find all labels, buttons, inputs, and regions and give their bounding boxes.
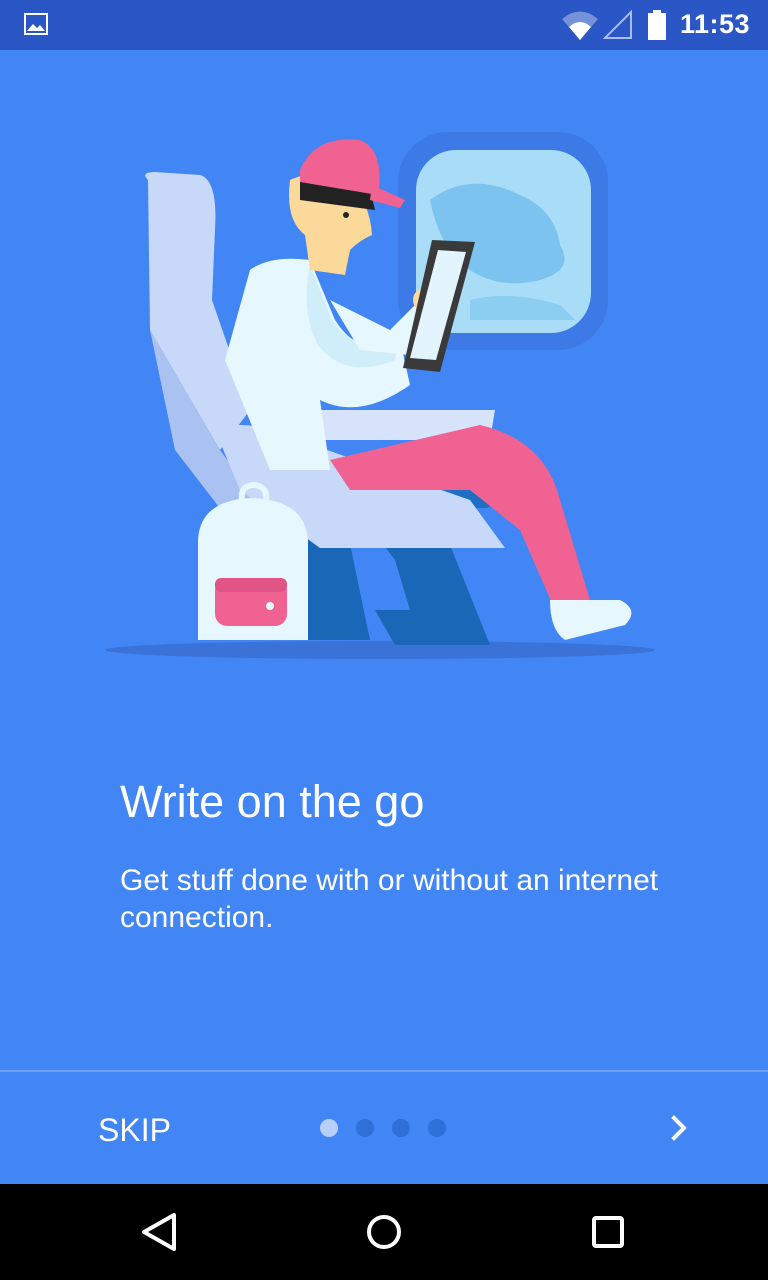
- page-dot: [356, 1119, 374, 1137]
- status-time: 11:53: [680, 9, 751, 39]
- footer-divider: [0, 1070, 768, 1072]
- onboarding-screen: 11:53 Write on the go Get stuff done wit…: [0, 0, 768, 1280]
- recents-icon: [592, 1216, 624, 1248]
- navigation-bar: [0, 1184, 768, 1280]
- wifi-icon: [562, 11, 598, 40]
- onboarding-description: Get stuff done with or without an intern…: [120, 864, 659, 934]
- page-dot: [392, 1119, 410, 1137]
- gallery-icon: [24, 13, 48, 35]
- page-dot-active: [320, 1119, 338, 1137]
- battery-icon: [648, 10, 666, 40]
- page-indicator: [320, 1119, 446, 1137]
- recents-button[interactable]: [578, 1202, 638, 1262]
- home-icon: [367, 1215, 401, 1249]
- back-icon: [142, 1213, 176, 1251]
- onboarding-title: Write on the go: [120, 776, 425, 827]
- next-button[interactable]: [650, 1098, 710, 1158]
- home-button[interactable]: [354, 1202, 414, 1262]
- page-dot: [428, 1119, 446, 1137]
- onboarding-illustration: [105, 132, 655, 659]
- chevron-right-icon: [671, 1115, 687, 1141]
- skip-button[interactable]: SKIP: [80, 1090, 200, 1170]
- cell-signal-icon: [603, 10, 632, 39]
- status-bar: 11:53: [0, 0, 768, 50]
- back-button[interactable]: [130, 1202, 190, 1262]
